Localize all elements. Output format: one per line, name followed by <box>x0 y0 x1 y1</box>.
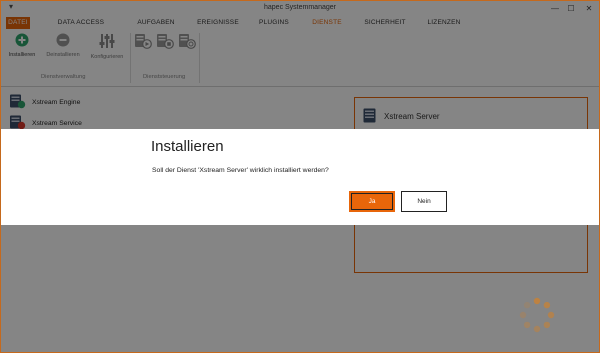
loading-spinner-icon <box>519 297 555 333</box>
dialog-message: Soll der Dienst 'Xstream Server' wirklic… <box>152 167 329 174</box>
no-button[interactable]: Nein <box>401 191 447 212</box>
app-window: ▾ hapec Systemmanager — ☐ ✕ DATEI DATA A… <box>0 0 600 353</box>
confirm-dialog: Installieren Soll der Dienst 'Xstream Se… <box>1 129 599 225</box>
dialog-title: Installieren <box>151 138 224 155</box>
yes-button[interactable]: Ja <box>349 191 395 212</box>
